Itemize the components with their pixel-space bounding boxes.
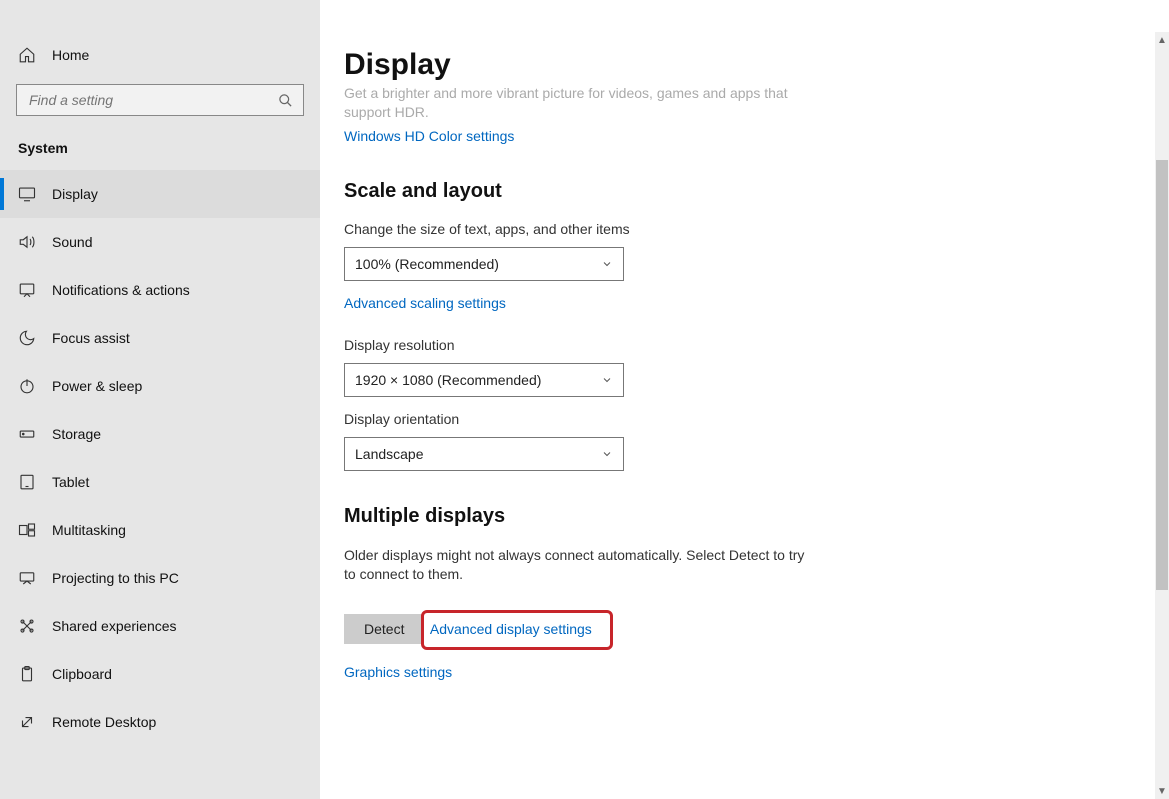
chevron-down-icon (601, 258, 613, 270)
nav-item-storage[interactable]: Storage (0, 410, 320, 458)
nav-label: Power & sleep (52, 378, 142, 394)
chevron-down-icon (601, 374, 613, 386)
page-title: Display (344, 48, 904, 82)
hd-color-link[interactable]: Windows HD Color settings (344, 128, 514, 144)
scrollbar-thumb[interactable] (1156, 160, 1168, 590)
nav-list: Display Sound Notifications & actions Fo… (0, 170, 320, 746)
multiple-displays-desc: Older displays might not always connect … (344, 546, 814, 584)
multitasking-icon (18, 521, 36, 539)
storage-icon (18, 425, 36, 443)
notifications-icon (18, 281, 36, 299)
resolution-dropdown[interactable]: 1920 × 1080 (Recommended) (344, 363, 624, 397)
nav-item-shared[interactable]: Shared experiences (0, 602, 320, 650)
shared-icon (18, 617, 36, 635)
scale-value: 100% (Recommended) (355, 256, 499, 272)
nav-label: Shared experiences (52, 618, 177, 634)
nav-label: Remote Desktop (52, 714, 156, 730)
nav-label: Focus assist (52, 330, 130, 346)
home-icon (18, 46, 36, 64)
advanced-display-link[interactable]: Advanced display settings (430, 621, 592, 637)
sidebar: Home System Display Sound Notifications … (0, 0, 320, 799)
nav-item-remote-desktop[interactable]: Remote Desktop (0, 698, 320, 746)
detect-button[interactable]: Detect (344, 614, 424, 644)
search-box[interactable] (16, 84, 304, 116)
orientation-label: Display orientation (344, 411, 904, 427)
scrollbar[interactable]: ▲ ▼ (1155, 32, 1169, 799)
tablet-icon (18, 473, 36, 491)
focus-assist-icon (18, 329, 36, 347)
nav-label: Clipboard (52, 666, 112, 682)
category-label: System (0, 130, 320, 166)
nav-item-multitasking[interactable]: Multitasking (0, 506, 320, 554)
display-icon (18, 185, 36, 203)
nav-item-clipboard[interactable]: Clipboard (0, 650, 320, 698)
section-scale-layout: Scale and layout (344, 180, 904, 203)
nav-label: Notifications & actions (52, 282, 190, 298)
hdr-description: Get a brighter and more vibrant picture … (344, 84, 794, 122)
search-input[interactable] (27, 91, 278, 109)
scroll-down-arrow[interactable]: ▼ (1155, 783, 1169, 799)
scale-dropdown[interactable]: 100% (Recommended) (344, 247, 624, 281)
power-icon (18, 377, 36, 395)
resolution-label: Display resolution (344, 337, 904, 353)
content-area: Display Get a brighter and more vibrant … (320, 0, 1169, 799)
advanced-scaling-link[interactable]: Advanced scaling settings (344, 295, 506, 311)
resolution-value: 1920 × 1080 (Recommended) (355, 372, 541, 388)
nav-item-notifications[interactable]: Notifications & actions (0, 266, 320, 314)
nav-label: Display (52, 186, 98, 202)
scroll-up-arrow[interactable]: ▲ (1155, 32, 1169, 48)
remote-desktop-icon (18, 713, 36, 731)
search-icon (278, 93, 293, 108)
clipboard-icon (18, 665, 36, 683)
nav-label: Storage (52, 426, 101, 442)
chevron-down-icon (601, 448, 613, 460)
nav-label: Multitasking (52, 522, 126, 538)
nav-item-power[interactable]: Power & sleep (0, 362, 320, 410)
home-label: Home (52, 47, 89, 63)
nav-label: Tablet (52, 474, 89, 490)
orientation-value: Landscape (355, 446, 424, 462)
scale-label: Change the size of text, apps, and other… (344, 221, 904, 237)
nav-item-display[interactable]: Display (0, 170, 320, 218)
nav-item-tablet[interactable]: Tablet (0, 458, 320, 506)
sound-icon (18, 233, 36, 251)
nav-item-sound[interactable]: Sound (0, 218, 320, 266)
projecting-icon (18, 569, 36, 587)
section-multiple-displays: Multiple displays (344, 505, 904, 528)
highlight-annotation: Advanced display settings (421, 610, 613, 650)
nav-item-focus-assist[interactable]: Focus assist (0, 314, 320, 362)
nav-label: Projecting to this PC (52, 570, 179, 586)
home-button[interactable]: Home (0, 32, 320, 78)
graphics-settings-link[interactable]: Graphics settings (344, 664, 452, 680)
orientation-dropdown[interactable]: Landscape (344, 437, 624, 471)
nav-item-projecting[interactable]: Projecting to this PC (0, 554, 320, 602)
nav-label: Sound (52, 234, 92, 250)
